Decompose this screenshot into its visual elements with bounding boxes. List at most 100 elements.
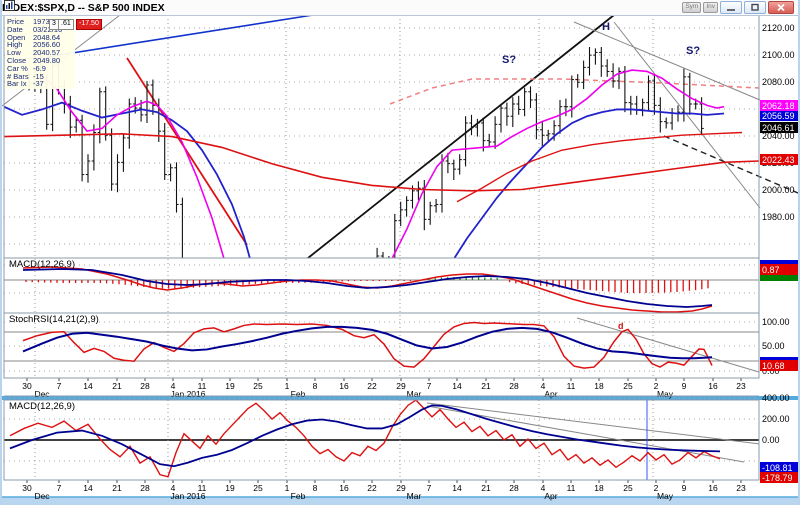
svg-text:22: 22 [367,381,377,391]
svg-text:21: 21 [112,483,122,493]
svg-text:8: 8 [313,381,318,391]
svg-text:Jan 2016: Jan 2016 [171,389,206,399]
svg-text:Feb: Feb [291,389,306,399]
svg-text:10.68: 10.68 [762,361,785,371]
svg-text:-108.81: -108.81 [762,463,793,473]
svg-text:2080.00: 2080.00 [762,77,795,87]
svg-text:23: 23 [736,483,746,493]
chart-window-icon [4,0,15,11]
svg-text:Feb: Feb [291,491,306,501]
macd-pane-label: MACD(12,26,9) [9,259,75,270]
svg-text:Mar: Mar [407,389,422,399]
svg-text:0.87: 0.87 [762,265,780,275]
svg-text:16: 16 [708,381,718,391]
svg-text:30: 30 [22,381,32,391]
pattern-annotation: S? [686,45,700,57]
svg-text:14: 14 [83,483,93,493]
svg-text:30: 30 [22,483,32,493]
svg-text:2056.59: 2056.59 [762,111,795,121]
measure-box-change: -17.50 [76,19,102,30]
sym-button[interactable]: Sym [682,2,701,13]
svg-text:2000.00: 2000.00 [762,185,795,195]
svg-text:25: 25 [253,381,263,391]
svg-text:16: 16 [708,483,718,493]
minimize-button[interactable] [720,1,742,14]
svg-text:-178.79: -178.79 [762,473,793,483]
svg-text:28: 28 [509,381,519,391]
stochrsi-pane-label: StochRSI(14,21(2),9) [9,314,99,325]
pattern-annotation: S? [502,54,516,66]
svg-text:8: 8 [313,483,318,493]
svg-text:14: 14 [83,381,93,391]
svg-text:7: 7 [57,381,62,391]
svg-text:16: 16 [339,381,349,391]
svg-text:21: 21 [481,381,491,391]
svg-text:Apr: Apr [544,491,557,501]
svg-text:25: 25 [253,483,263,493]
inv-button[interactable]: Inv [703,2,718,13]
svg-text:7: 7 [57,483,62,493]
y-axis-labels: 2120.002100.002080.002060.002040.002020.… [762,23,795,445]
svg-text:22: 22 [367,483,377,493]
svg-text:50.00: 50.00 [762,341,785,351]
svg-text:100.00: 100.00 [762,317,790,327]
svg-text:14: 14 [452,381,462,391]
restore-icon [745,2,765,13]
svg-text:18: 18 [594,483,604,493]
close-icon [769,2,793,13]
svg-text:2046.61: 2046.61 [762,123,795,133]
svg-text:25: 25 [623,483,633,493]
svg-text:28: 28 [509,483,519,493]
svg-text:2022.43: 2022.43 [762,155,795,165]
svg-text:1980.00: 1980.00 [762,212,795,222]
svg-text:2120.00: 2120.00 [762,23,795,33]
svg-text:19: 19 [225,381,235,391]
svg-text:2062.18: 2062.18 [762,101,795,111]
restore-button[interactable] [744,1,766,14]
chart-canvas[interactable]: 3071421284111925181622297142128411182529… [2,0,800,505]
svg-text:0.00: 0.00 [762,435,780,445]
svg-text:25: 25 [623,381,633,391]
close-button[interactable] [768,1,794,14]
svg-text:Dec: Dec [34,389,50,399]
svg-text:Apr: Apr [544,389,557,399]
lower-macd-pane-label: MACD(12,26,9) [9,401,75,412]
gridlines [4,15,759,480]
svg-text:Jan 2016: Jan 2016 [171,491,206,501]
svg-text:16: 16 [339,483,349,493]
svg-text:400.00: 400.00 [762,393,790,403]
titlebar-buttons: Sym Inv [680,1,798,14]
svg-text:7: 7 [427,483,432,493]
svg-text:May: May [657,389,674,399]
svg-text:11: 11 [567,483,576,493]
svg-text:9: 9 [682,381,687,391]
svg-text:1: 1 [285,381,290,391]
svg-text:14: 14 [452,483,462,493]
axis-badges: 2056.592062.18 2046.61 2022.43 0.87 10.68 -10… [760,100,800,483]
svg-text:2100.00: 2100.00 [762,50,795,60]
svg-text:29: 29 [396,483,406,493]
svg-text:9: 9 [682,483,687,493]
quote-row: Bar Ix-37 [7,80,73,88]
measure-box-b: .61 [58,19,74,30]
svg-text:28: 28 [140,483,150,493]
svg-text:19: 19 [225,483,235,493]
pane-borders [4,15,759,480]
title-bar[interactable]: INDEX:$SPX,D -- S&P 500 INDEX Sym Inv [2,0,798,16]
svg-text:200.00: 200.00 [762,414,790,424]
pattern-annotation: H [602,21,610,33]
candlesticks [27,46,704,431]
svg-text:29: 29 [396,381,406,391]
stochrsi-pane [23,318,759,372]
svg-text:28: 28 [140,381,150,391]
qcharts-window: INDEX:$SPX,D -- S&P 500 INDEX Sym Inv Pr… [0,0,800,505]
svg-text:21: 21 [112,381,122,391]
svg-text:18: 18 [594,381,604,391]
svg-text:Mar: Mar [407,491,422,501]
window-title: INDEX:$SPX,D -- S&P 500 INDEX [2,2,165,14]
svg-text:23: 23 [736,381,746,391]
svg-text:7: 7 [427,381,432,391]
svg-text:Dec: Dec [34,491,50,501]
stoch-annotation: d [618,321,624,331]
macd-pane [23,267,712,312]
